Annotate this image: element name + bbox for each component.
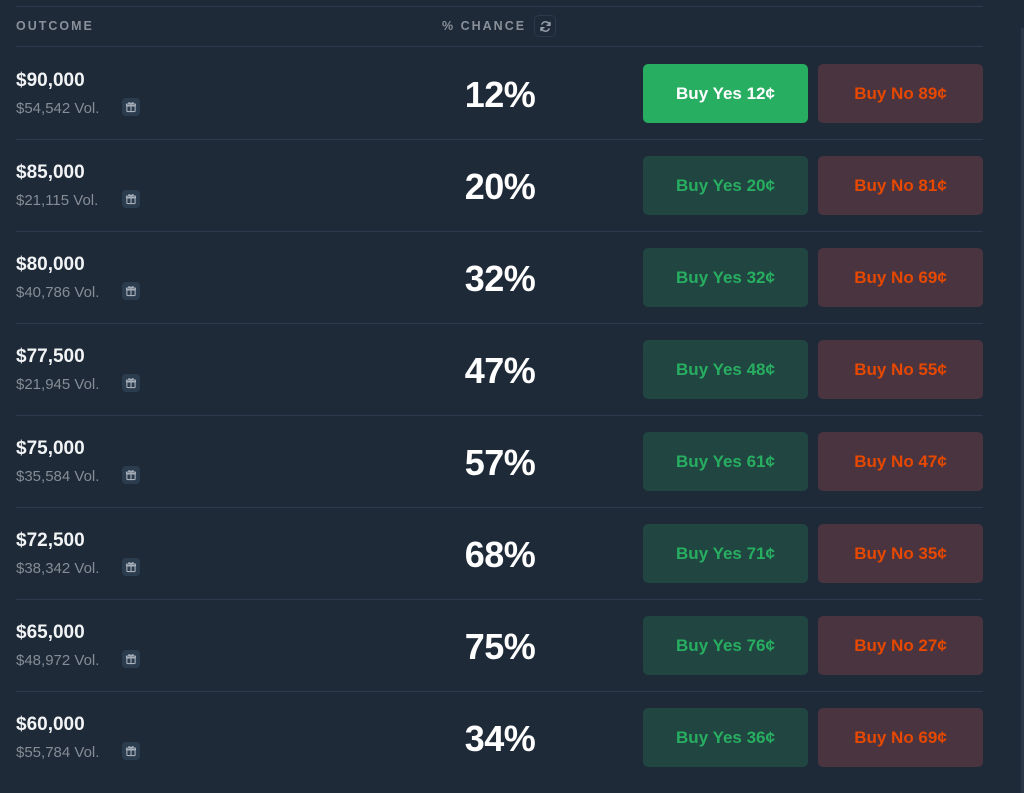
outcome-chance: 12%: [464, 74, 536, 115]
outcome-price: $60,000: [16, 714, 85, 735]
buy-no-button[interactable]: Buy No 69¢: [818, 708, 983, 767]
outcome-row[interactable]: $72,500 $38,342 Vol. 68% Buy Yes 71¢ Buy No …: [16, 508, 983, 600]
buy-yes-button[interactable]: Buy Yes 12¢: [643, 64, 808, 123]
gift-glyph: [125, 746, 137, 757]
outcome-volume: $35,584 Vol.: [16, 468, 100, 485]
buy-yes-button[interactable]: Buy Yes 76¢: [643, 616, 808, 675]
outcome-volume: $40,786 Vol.: [16, 284, 100, 301]
buy-no-button[interactable]: Buy No 27¢: [818, 616, 983, 675]
gift-glyph: [125, 470, 137, 481]
outcome-chance: 34%: [464, 718, 536, 759]
buy-yes-button[interactable]: Buy Yes 32¢: [643, 248, 808, 307]
outcome-row[interactable]: $77,500 $21,945 Vol. 47% Buy Yes 48¢ Buy No …: [16, 324, 983, 416]
outcome-row[interactable]: $75,000 $35,584 Vol. 57% Buy Yes 61¢ Buy No …: [16, 416, 983, 508]
gift-icon[interactable]: [122, 558, 140, 576]
gift-icon[interactable]: [122, 190, 140, 208]
outcome-volume: $21,115 Vol.: [16, 192, 99, 209]
outcome-price: $75,000: [16, 438, 85, 459]
outcome-price: $72,500: [16, 530, 85, 551]
buy-yes-button[interactable]: Buy Yes 20¢: [643, 156, 808, 215]
chance-column-header: % CHANCE: [442, 19, 527, 33]
gift-icon[interactable]: [122, 374, 140, 392]
outcome-column-header: OUTCOME: [16, 19, 94, 33]
gift-glyph: [125, 378, 137, 389]
outcome-price: $77,500: [16, 346, 85, 367]
outcome-row[interactable]: $65,000 $48,972 Vol. 75% Buy Yes 76¢ Buy No …: [16, 600, 983, 692]
gift-glyph: [125, 286, 137, 297]
outcome-row[interactable]: $80,000 $40,786 Vol. 32% Buy Yes 32¢ Buy No …: [16, 232, 983, 324]
gift-glyph: [125, 562, 137, 573]
refresh-button[interactable]: [534, 15, 556, 37]
outcome-chance: 57%: [464, 442, 536, 483]
buy-yes-button[interactable]: Buy Yes 61¢: [643, 432, 808, 491]
outcome-volume: $48,972 Vol.: [16, 652, 100, 669]
buy-yes-button[interactable]: Buy Yes 71¢: [643, 524, 808, 583]
outcome-row[interactable]: $90,000 $54,542 Vol. 12% Buy Yes 12¢ Buy No …: [16, 48, 983, 140]
buy-yes-button[interactable]: Buy Yes 36¢: [643, 708, 808, 767]
outcome-chance: 75%: [464, 626, 536, 667]
gift-glyph: [125, 102, 137, 113]
buy-yes-button[interactable]: Buy Yes 48¢: [643, 340, 808, 399]
gift-icon[interactable]: [122, 466, 140, 484]
outcome-volume: $21,945 Vol.: [16, 376, 100, 393]
gift-icon[interactable]: [122, 282, 140, 300]
outcome-price: $85,000: [16, 162, 85, 183]
outcome-chance: 20%: [464, 166, 536, 207]
gift-glyph: [125, 654, 137, 665]
gift-glyph: [125, 194, 137, 205]
outcome-list: $90,000 $54,542 Vol. 12% Buy Yes 12¢ Buy No …: [16, 48, 983, 784]
outcome-volume: $54,542 Vol.: [16, 100, 100, 117]
outcome-price: $65,000: [16, 622, 85, 643]
outcome-price: $90,000: [16, 70, 85, 91]
outcome-row[interactable]: $85,000 $21,115 Vol. 20% Buy Yes 20¢ Buy No …: [16, 140, 983, 232]
outcome-chance: 68%: [464, 534, 536, 575]
outcome-price: $80,000: [16, 254, 85, 275]
outcome-chance: 32%: [464, 258, 536, 299]
buy-no-button[interactable]: Buy No 47¢: [818, 432, 983, 491]
gift-icon[interactable]: [122, 650, 140, 668]
gift-icon[interactable]: [122, 98, 140, 116]
buy-no-button[interactable]: Buy No 69¢: [818, 248, 983, 307]
refresh-icon: [539, 20, 551, 32]
buy-no-button[interactable]: Buy No 55¢: [818, 340, 983, 399]
buy-no-button[interactable]: Buy No 35¢: [818, 524, 983, 583]
outcome-volume: $55,784 Vol.: [16, 744, 100, 761]
outcome-chance: 47%: [464, 350, 536, 391]
buy-no-button[interactable]: Buy No 81¢: [818, 156, 983, 215]
gift-icon[interactable]: [122, 742, 140, 760]
outcome-row[interactable]: $60,000 $55,784 Vol. 34% Buy Yes 36¢ Buy No …: [16, 692, 983, 784]
buy-no-button[interactable]: Buy No 89¢: [818, 64, 983, 123]
table-header: OUTCOME % CHANCE: [16, 7, 983, 47]
outcome-volume: $38,342 Vol.: [16, 560, 100, 577]
